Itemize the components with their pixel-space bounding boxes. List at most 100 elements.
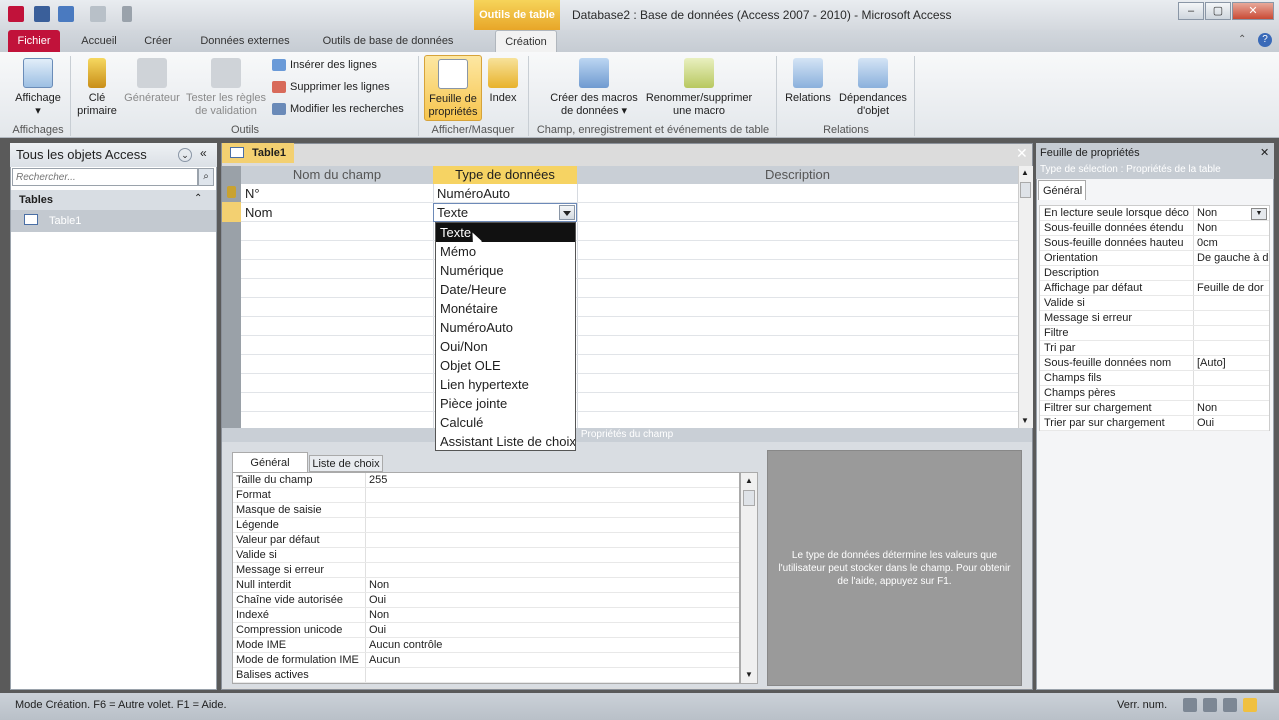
renommer-macro-button[interactable]: Renommer/supprimer une macro: [642, 58, 756, 118]
datasheet-view-icon[interactable]: [1183, 698, 1197, 712]
tab-general[interactable]: Général: [232, 452, 308, 472]
minimize-button[interactable]: –: [1178, 2, 1204, 20]
property-row[interactable]: Balises actives: [233, 668, 739, 683]
dropdown-option[interactable]: Calculé: [436, 413, 575, 432]
help-icon[interactable]: ?: [1258, 33, 1272, 47]
dropdown-arrow-icon[interactable]: [559, 205, 575, 220]
sheet-property-row[interactable]: Champs pères: [1040, 386, 1269, 401]
property-row[interactable]: Null interdit Non: [233, 578, 739, 593]
column-header-description[interactable]: Description: [577, 166, 1018, 184]
property-row[interactable]: Légende: [233, 518, 739, 533]
sheet-property-value[interactable]: [1194, 386, 1269, 400]
sheet-property-value[interactable]: Non: [1194, 401, 1269, 415]
tab-accueil[interactable]: Accueil: [72, 30, 126, 52]
column-header-type[interactable]: Type de données: [433, 166, 577, 184]
property-value[interactable]: [366, 533, 739, 547]
sheet-property-row[interactable]: Filtre: [1040, 326, 1269, 341]
affichage-button[interactable]: Affichage ▾: [10, 58, 66, 118]
redo-icon[interactable]: [90, 6, 106, 22]
tab-fichier[interactable]: Fichier: [8, 30, 60, 52]
sheet-property-value[interactable]: Oui: [1194, 416, 1269, 430]
sheet-property-value[interactable]: [1194, 266, 1269, 280]
scroll-down-icon[interactable]: ▼: [745, 670, 753, 679]
sheet-property-row[interactable]: Sous-feuille données nom [Auto]: [1040, 356, 1269, 371]
customize-qat-icon[interactable]: [122, 6, 132, 22]
property-row[interactable]: Valide si: [233, 548, 739, 563]
dropdown-option[interactable]: Pièce jointe: [436, 394, 575, 413]
nav-search-input[interactable]: [12, 168, 198, 186]
field-name-cell[interactable]: Nom: [245, 205, 272, 220]
close-window-button[interactable]: ✕: [1232, 2, 1274, 20]
sheet-property-value[interactable]: [Auto]: [1194, 356, 1269, 370]
cle-primaire-button[interactable]: Clé primaire: [74, 58, 120, 118]
sheet-property-value[interactable]: [1194, 311, 1269, 325]
property-value[interactable]: Non: [366, 578, 739, 592]
scroll-down-icon[interactable]: ▼: [1021, 416, 1029, 425]
feuille-proprietes-button[interactable]: Feuille de propriétés: [424, 55, 482, 121]
field-name-cell[interactable]: N°: [245, 186, 260, 201]
property-value[interactable]: [366, 548, 739, 562]
scroll-up-icon[interactable]: ▲: [1021, 168, 1029, 177]
sheet-property-row[interactable]: Champs fils: [1040, 371, 1269, 386]
grid-vertical-scrollbar[interactable]: [1018, 166, 1033, 428]
property-row[interactable]: Mode de formulation IME Aucun: [233, 653, 739, 668]
dropdown-option[interactable]: NuméroAuto: [436, 318, 575, 337]
property-value[interactable]: [366, 503, 739, 517]
property-row[interactable]: Masque de saisie: [233, 503, 739, 518]
tab-liste-de-choix[interactable]: Liste de choix: [309, 455, 383, 472]
property-row[interactable]: Mode IME Aucun contrôle: [233, 638, 739, 653]
sheet-property-row[interactable]: Filtrer sur chargement Non: [1040, 401, 1269, 416]
sheet-property-value[interactable]: [1194, 341, 1269, 355]
data-type-combobox[interactable]: Texte: [433, 203, 577, 222]
collapse-nav-icon[interactable]: «: [200, 146, 207, 160]
property-value[interactable]: Oui: [366, 623, 739, 637]
sheet-property-row[interactable]: En lecture seule lorsque déco Non: [1040, 206, 1269, 221]
dropdown-option[interactable]: Objet OLE: [436, 356, 575, 375]
sheet-property-value[interactable]: Feuille de dor: [1194, 281, 1269, 295]
property-value[interactable]: [366, 668, 739, 682]
sheet-property-value[interactable]: [1194, 296, 1269, 310]
tab-creation[interactable]: Création: [495, 30, 557, 52]
dropdown-option[interactable]: Texte: [436, 223, 575, 242]
minimize-ribbon-icon[interactable]: ⌃: [1238, 34, 1250, 46]
property-row[interactable]: Message si erreur: [233, 563, 739, 578]
dropdown-option[interactable]: Lien hypertexte: [436, 375, 575, 394]
sheet-property-row[interactable]: Tri par: [1040, 341, 1269, 356]
sheet-property-row[interactable]: Trier par sur chargement Oui: [1040, 416, 1269, 431]
pivot-chart-view-icon[interactable]: [1223, 698, 1237, 712]
property-value[interactable]: [366, 488, 739, 502]
dropdown-option[interactable]: Assistant Liste de choix: [436, 432, 575, 450]
maximize-button[interactable]: ▢: [1205, 2, 1231, 20]
property-value[interactable]: [366, 563, 739, 577]
current-row-selector[interactable]: [222, 202, 241, 222]
collapse-section-icon[interactable]: ⌃: [194, 193, 202, 204]
generateur-button[interactable]: Générateur: [122, 58, 182, 105]
nav-menu-chevron-icon[interactable]: ⌄: [178, 148, 192, 162]
supprimer-lignes-button[interactable]: Supprimer les lignes: [272, 80, 390, 94]
sheet-property-value[interactable]: [1194, 371, 1269, 385]
property-row[interactable]: Indexé Non: [233, 608, 739, 623]
property-row[interactable]: Chaîne vide autorisée Oui: [233, 593, 739, 608]
inserer-lignes-button[interactable]: Insérer des lignes: [272, 58, 377, 72]
tab-donnees-externes[interactable]: Données externes: [190, 30, 300, 52]
nav-section-tables[interactable]: Tables: [11, 190, 216, 210]
sheet-property-row[interactable]: Sous-feuille données hauteu 0cm: [1040, 236, 1269, 251]
property-value[interactable]: [366, 518, 739, 532]
tab-creer[interactable]: Créer: [136, 30, 180, 52]
property-value[interactable]: Aucun contrôle: [366, 638, 739, 652]
pivot-table-view-icon[interactable]: [1203, 698, 1217, 712]
relations-button[interactable]: Relations: [782, 58, 834, 105]
tab-outils-bdd[interactable]: Outils de base de données: [310, 30, 466, 52]
sheet-property-row[interactable]: Valide si: [1040, 296, 1269, 311]
property-dropdown-icon[interactable]: ▼: [1251, 208, 1267, 220]
sheet-property-value[interactable]: [1194, 326, 1269, 340]
access-app-icon[interactable]: [8, 6, 24, 22]
property-row[interactable]: Valeur par défaut: [233, 533, 739, 548]
sheet-property-row[interactable]: Sous-feuille données étendu Non: [1040, 221, 1269, 236]
undo-icon[interactable]: [58, 6, 74, 22]
dropdown-option[interactable]: Numérique: [436, 261, 575, 280]
field-type-cell[interactable]: NuméroAuto: [437, 186, 510, 201]
close-property-sheet-icon[interactable]: ✕: [1260, 146, 1269, 159]
design-view-icon[interactable]: [1243, 698, 1257, 712]
creer-macros-button[interactable]: Créer des macros de données ▾: [546, 58, 642, 118]
